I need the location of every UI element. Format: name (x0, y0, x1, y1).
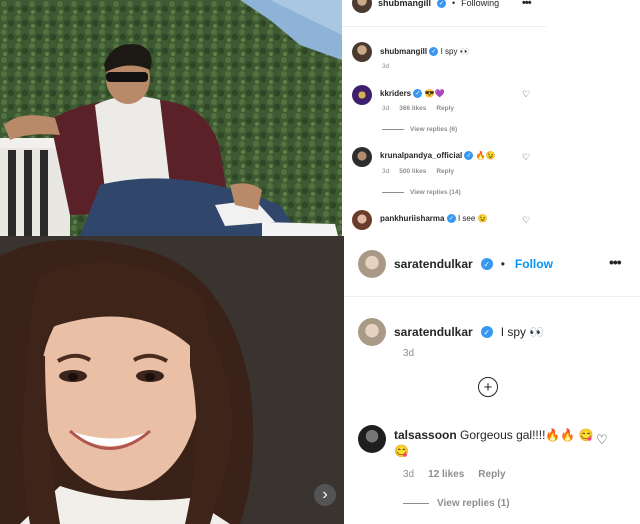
carousel-next-button[interactable]: › (314, 484, 336, 506)
comment-text: 😎💜 (424, 89, 445, 98)
blank-area (546, 0, 640, 236)
caption-username[interactable]: saratendulkar (394, 325, 473, 339)
comment-text: 🔥😉 (475, 151, 496, 160)
verified-badge-icon: ✓ (446, 214, 456, 224)
avatar[interactable] (352, 0, 372, 13)
header-separator: • (452, 0, 456, 8)
photo-illustration-sara (0, 236, 344, 524)
verified-badge-icon: ✓ (480, 258, 493, 270)
like-heart-icon[interactable]: ♡ (522, 152, 530, 163)
verified-badge-icon: ✓ (413, 89, 423, 99)
avatar[interactable] (358, 318, 386, 346)
caption-time: 3d (403, 348, 415, 359)
caption-text: I spy 👀 (500, 325, 545, 339)
comment-meta: 3d 12 likes Reply (403, 469, 506, 480)
top-post-header: shubmangill ✓ • Following (352, 0, 499, 15)
comment-row: krunalpandya_official ✓ 🔥😉 (352, 147, 496, 167)
divider (382, 129, 404, 130)
top-comments-panel: shubmangill ✓ • Following ••• shubmangil… (342, 0, 546, 236)
avatar[interactable] (358, 250, 386, 278)
more-horizontal-icon[interactable]: ••• (609, 254, 622, 270)
comment-time: 3d (403, 469, 415, 480)
more-horizontal-icon[interactable]: ••• (522, 0, 532, 9)
follow-button[interactable]: Follow (515, 257, 553, 271)
comment-likes[interactable]: 366 likes (399, 105, 426, 112)
comment-username[interactable]: kkriders (380, 89, 411, 98)
post-photo-sara: › (0, 236, 344, 524)
verified-badge-icon: ✓ (480, 326, 493, 338)
avatar[interactable] (352, 147, 372, 167)
avatar[interactable] (352, 210, 372, 230)
view-replies-button[interactable]: View replies (14) (382, 189, 461, 196)
comment-row: kkriders ✓ 😎💜 (352, 85, 445, 105)
bottom-post-header: saratendulkar ✓ • Follow (358, 250, 553, 278)
caption-row: shubmangill ✓ I spy 👀 (352, 42, 470, 62)
divider (344, 296, 640, 297)
comment-meta: 3d 500 likes Reply (382, 168, 454, 175)
chevron-right-icon: › (322, 486, 328, 503)
following-button[interactable]: Following (461, 0, 499, 8)
like-heart-icon[interactable]: ♡ (522, 89, 530, 100)
plus-circle-icon[interactable]: + (478, 377, 498, 397)
comment-time: 3d (382, 105, 390, 112)
comment-username[interactable]: pankhuriisharma (380, 214, 444, 223)
caption-username[interactable]: shubmangill (380, 47, 427, 56)
caption-text: I spy 👀 (440, 47, 470, 56)
reply-button[interactable]: Reply (436, 105, 454, 112)
comment-username[interactable]: krunalpandya_official (380, 151, 462, 160)
view-replies-label: View replies (1) (437, 498, 510, 509)
caption-time: 3d (382, 63, 390, 70)
reply-button[interactable]: Reply (436, 168, 454, 175)
like-heart-icon[interactable]: ♡ (522, 215, 530, 226)
avatar[interactable] (352, 42, 372, 62)
comment-likes[interactable]: 500 likes (399, 168, 426, 175)
caption-meta: 3d (382, 63, 389, 70)
verified-badge-icon: ✓ (437, 0, 447, 8)
view-replies-label: View replies (6) (410, 126, 458, 133)
comment-meta: 3d 366 likes Reply (382, 105, 454, 112)
comment-likes[interactable]: 12 likes (428, 469, 464, 480)
header-separator: • (500, 257, 505, 271)
comment-row: talsassoon Gorgeous gal!!!!🔥🔥 😋😋 (358, 425, 608, 459)
view-replies-button[interactable]: View replies (1) (403, 498, 510, 509)
comment-row: pankhuriisharma ✓ I see 😉 (352, 210, 487, 230)
verified-badge-icon: ✓ (464, 151, 474, 161)
verified-badge-icon: ✓ (429, 47, 439, 57)
avatar[interactable] (358, 425, 386, 453)
view-replies-label: View replies (14) (410, 189, 461, 196)
divider (342, 26, 546, 27)
like-heart-icon[interactable]: ♡ (596, 432, 608, 448)
reply-button[interactable]: Reply (478, 469, 505, 480)
divider (382, 192, 404, 193)
avatar[interactable] (352, 85, 372, 105)
divider (403, 503, 429, 504)
header-username[interactable]: shubmangill (378, 0, 431, 8)
view-replies-button[interactable]: View replies (6) (382, 126, 457, 133)
photo-illustration-shubman (0, 0, 342, 236)
post-photo-shubman (0, 0, 342, 236)
comment-time: 3d (382, 168, 390, 175)
comment-username[interactable]: talsassoon (394, 428, 457, 442)
header-username[interactable]: saratendulkar (394, 257, 473, 271)
caption-row: saratendulkar ✓ I spy 👀 (358, 318, 544, 346)
bottom-comments-panel: saratendulkar ✓ • Follow ••• saratendulk… (344, 236, 640, 524)
comment-text: I see 😉 (457, 214, 488, 223)
